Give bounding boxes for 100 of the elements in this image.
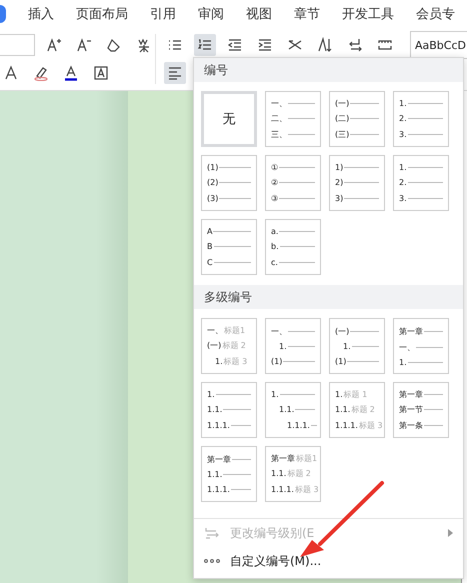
numbering-style-option[interactable]: 1.标题 1 1.1.标题 2 1.1.1.标题 3 — [329, 382, 385, 438]
numbering-button[interactable] — [194, 34, 216, 56]
numbering-line: 一、 — [271, 326, 315, 337]
numbering-line: (三) — [335, 128, 379, 140]
numbering-style-option[interactable]: (1) (2) (3) — [201, 155, 257, 211]
numbering-line: 1. — [207, 390, 251, 400]
font-color-icon — [63, 65, 79, 81]
numbering-line: 1.1. — [207, 405, 251, 414]
numbering-style-option[interactable]: 1. 1.1. 1.1.1. — [265, 382, 321, 438]
numbering-line: 三、 — [271, 128, 315, 140]
numbering-line: 1.1. — [207, 470, 251, 480]
numbering-line: c. — [271, 258, 315, 267]
ribbon-tab[interactable]: 章节 — [284, 5, 332, 23]
numbering-line: 1. — [399, 358, 443, 366]
numbering-style-option[interactable]: A B C — [201, 219, 257, 275]
numbering-line: ② — [271, 178, 315, 188]
numbering-line: 3. — [399, 194, 443, 203]
numbering-line: 1.1.1. — [207, 420, 251, 430]
numbering-line: (1) — [335, 357, 379, 366]
numbering-line: a. — [271, 227, 315, 236]
numbering-line: 一、标题1 — [207, 325, 246, 336]
sort-icon — [317, 37, 333, 53]
numbering-line: ① — [271, 163, 315, 172]
numbering-line: 1.标题 3 — [215, 356, 248, 367]
numbering-line: B — [207, 242, 251, 252]
numbering-line: 第一章 — [207, 454, 251, 465]
numbering-line: 1. — [271, 390, 315, 399]
numbering-line: ③ — [271, 194, 315, 203]
ribbon-tab[interactable]: 审阅 — [188, 5, 236, 23]
eraser-icon — [106, 37, 122, 53]
highlighter-icon — [33, 65, 49, 81]
align-left-icon — [167, 65, 183, 81]
menu-item[interactable]: 自定义编号(M)... — [194, 547, 463, 575]
numbering-line: 1. — [399, 99, 443, 108]
numbering-line: (一)标题 2 — [207, 340, 247, 352]
numbering-line: 1.1.标题 2 — [335, 404, 376, 416]
numbering-line: 1.1.1. — [287, 421, 315, 430]
shrink-font-icon — [76, 37, 92, 53]
align-left-button[interactable] — [164, 62, 186, 84]
numbering-line: (一) — [335, 326, 379, 337]
numbering-style-option[interactable]: (一) 1. (1) — [329, 318, 385, 374]
numbering-line: 二、 — [271, 113, 315, 124]
numbering-line: 2. — [399, 114, 443, 124]
numbering-line: (一) — [335, 98, 379, 110]
numbering-line: 一、 — [399, 342, 443, 352]
numbering-line: 1.1.标题 2 — [271, 468, 312, 480]
return-arrow-icon — [347, 37, 363, 53]
numbering-line: A — [207, 227, 251, 236]
numbering-style-option[interactable]: 一、标题1 (一)标题 2 1.标题 3 — [201, 318, 257, 374]
numbering-style-option[interactable]: 1. 2. 3. — [393, 155, 449, 211]
ribbon-tab[interactable]: 视图 — [236, 5, 284, 23]
numbering-style-option[interactable]: 1. 1.1. 1.1.1. — [201, 382, 257, 438]
numbering-line: (1) — [271, 357, 315, 366]
numbering-line: (1) — [207, 163, 251, 172]
numbering-style-option[interactable]: 无 — [201, 91, 257, 147]
numbering-line: C — [207, 258, 251, 267]
numbering-line: 1) — [335, 163, 379, 172]
numbering-style-option[interactable]: 第一章 一、 1. — [393, 318, 449, 374]
numbering-line: 第一条 — [399, 420, 443, 431]
numbering-line: (二) — [335, 113, 379, 124]
numbering-line: 一、 — [271, 98, 315, 110]
numbering-style-option[interactable]: 1. 2. 3. — [393, 91, 449, 147]
numbering-line: 第一章 — [399, 389, 443, 400]
numbering-line: 1.1.1. — [207, 485, 251, 494]
ribbon-tab[interactable]: 页面布局 — [66, 5, 140, 23]
numbering-line: 3. — [399, 130, 443, 139]
ribbon-tab[interactable]: 开发工具 — [332, 5, 406, 23]
numbering-line: 3) — [335, 194, 379, 203]
numbering-style-option[interactable]: 第一章 1.1. 1.1.1. — [201, 446, 257, 502]
numbering-line: 第一节 — [399, 404, 443, 416]
numbering-style-option[interactable]: 1) 2) 3) — [329, 155, 385, 211]
numbering-style-option[interactable]: (一) (二) (三) — [329, 91, 385, 147]
boxed-letter-icon — [93, 65, 109, 81]
numbering-style-option[interactable]: 一、 1. (1) — [265, 318, 321, 374]
section-header: 多级编号 — [194, 285, 463, 309]
ribbon-tab[interactable]: 会员专 — [406, 5, 467, 23]
numbering-line: 1.标题 1 — [335, 389, 368, 400]
font-size-field[interactable] — [0, 34, 35, 56]
numbering-style-option[interactable]: 第一章 第一节 第一条 — [393, 382, 449, 438]
numbering-line: 2. — [399, 178, 443, 188]
grow-font-icon — [46, 37, 62, 53]
numbering-line: 1. — [399, 163, 443, 172]
numbering-line: b. — [271, 242, 315, 252]
numbering-line: (2) — [207, 178, 251, 188]
numbering-line: 第一章标题1 — [271, 453, 315, 464]
indent-icon — [257, 37, 273, 53]
ribbon-tab[interactable]: 引用 — [140, 5, 188, 23]
phonetic-guide-icon — [136, 37, 152, 53]
numbering-style-option[interactable]: 一、 二、 三、 — [265, 91, 321, 147]
section-header: 编号 — [194, 58, 463, 82]
app-logo[interactable] — [0, 5, 6, 23]
ribbon-tab[interactable]: 插入 — [18, 5, 66, 23]
more-icon — [204, 559, 220, 563]
numbering-style-option[interactable]: 第一章标题1 1.1.标题 2 1.1.1.标题 3 — [265, 446, 321, 502]
numbering-style-option[interactable]: ① ② ③ — [265, 155, 321, 211]
numbering-style-option[interactable]: a. b. c. — [265, 219, 321, 275]
numbering-line: (3) — [207, 194, 251, 203]
numbering-line: 1. — [343, 342, 379, 352]
numbering-line: 1.1. — [279, 405, 315, 414]
level-arrows-icon — [204, 525, 220, 541]
